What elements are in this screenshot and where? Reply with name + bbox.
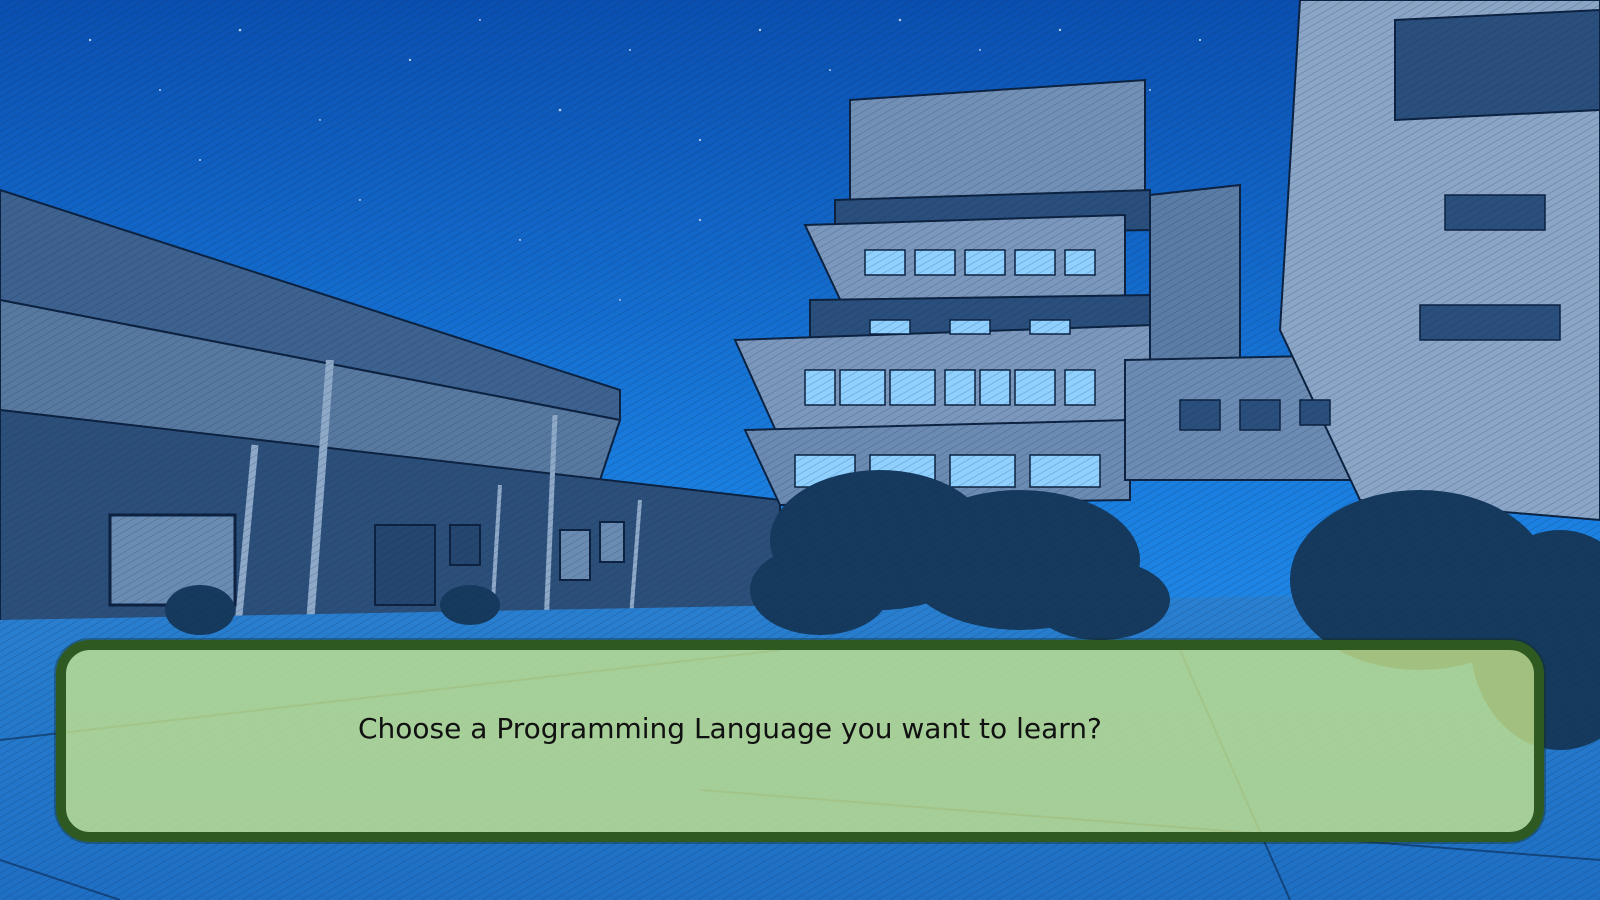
dialogue-box[interactable]: Choose a Programming Language you want t… <box>56 640 1544 842</box>
dialogue-text: Choose a Programming Language you want t… <box>358 712 1102 745</box>
game-scene: Choose a Programming Language you want t… <box>0 0 1600 900</box>
